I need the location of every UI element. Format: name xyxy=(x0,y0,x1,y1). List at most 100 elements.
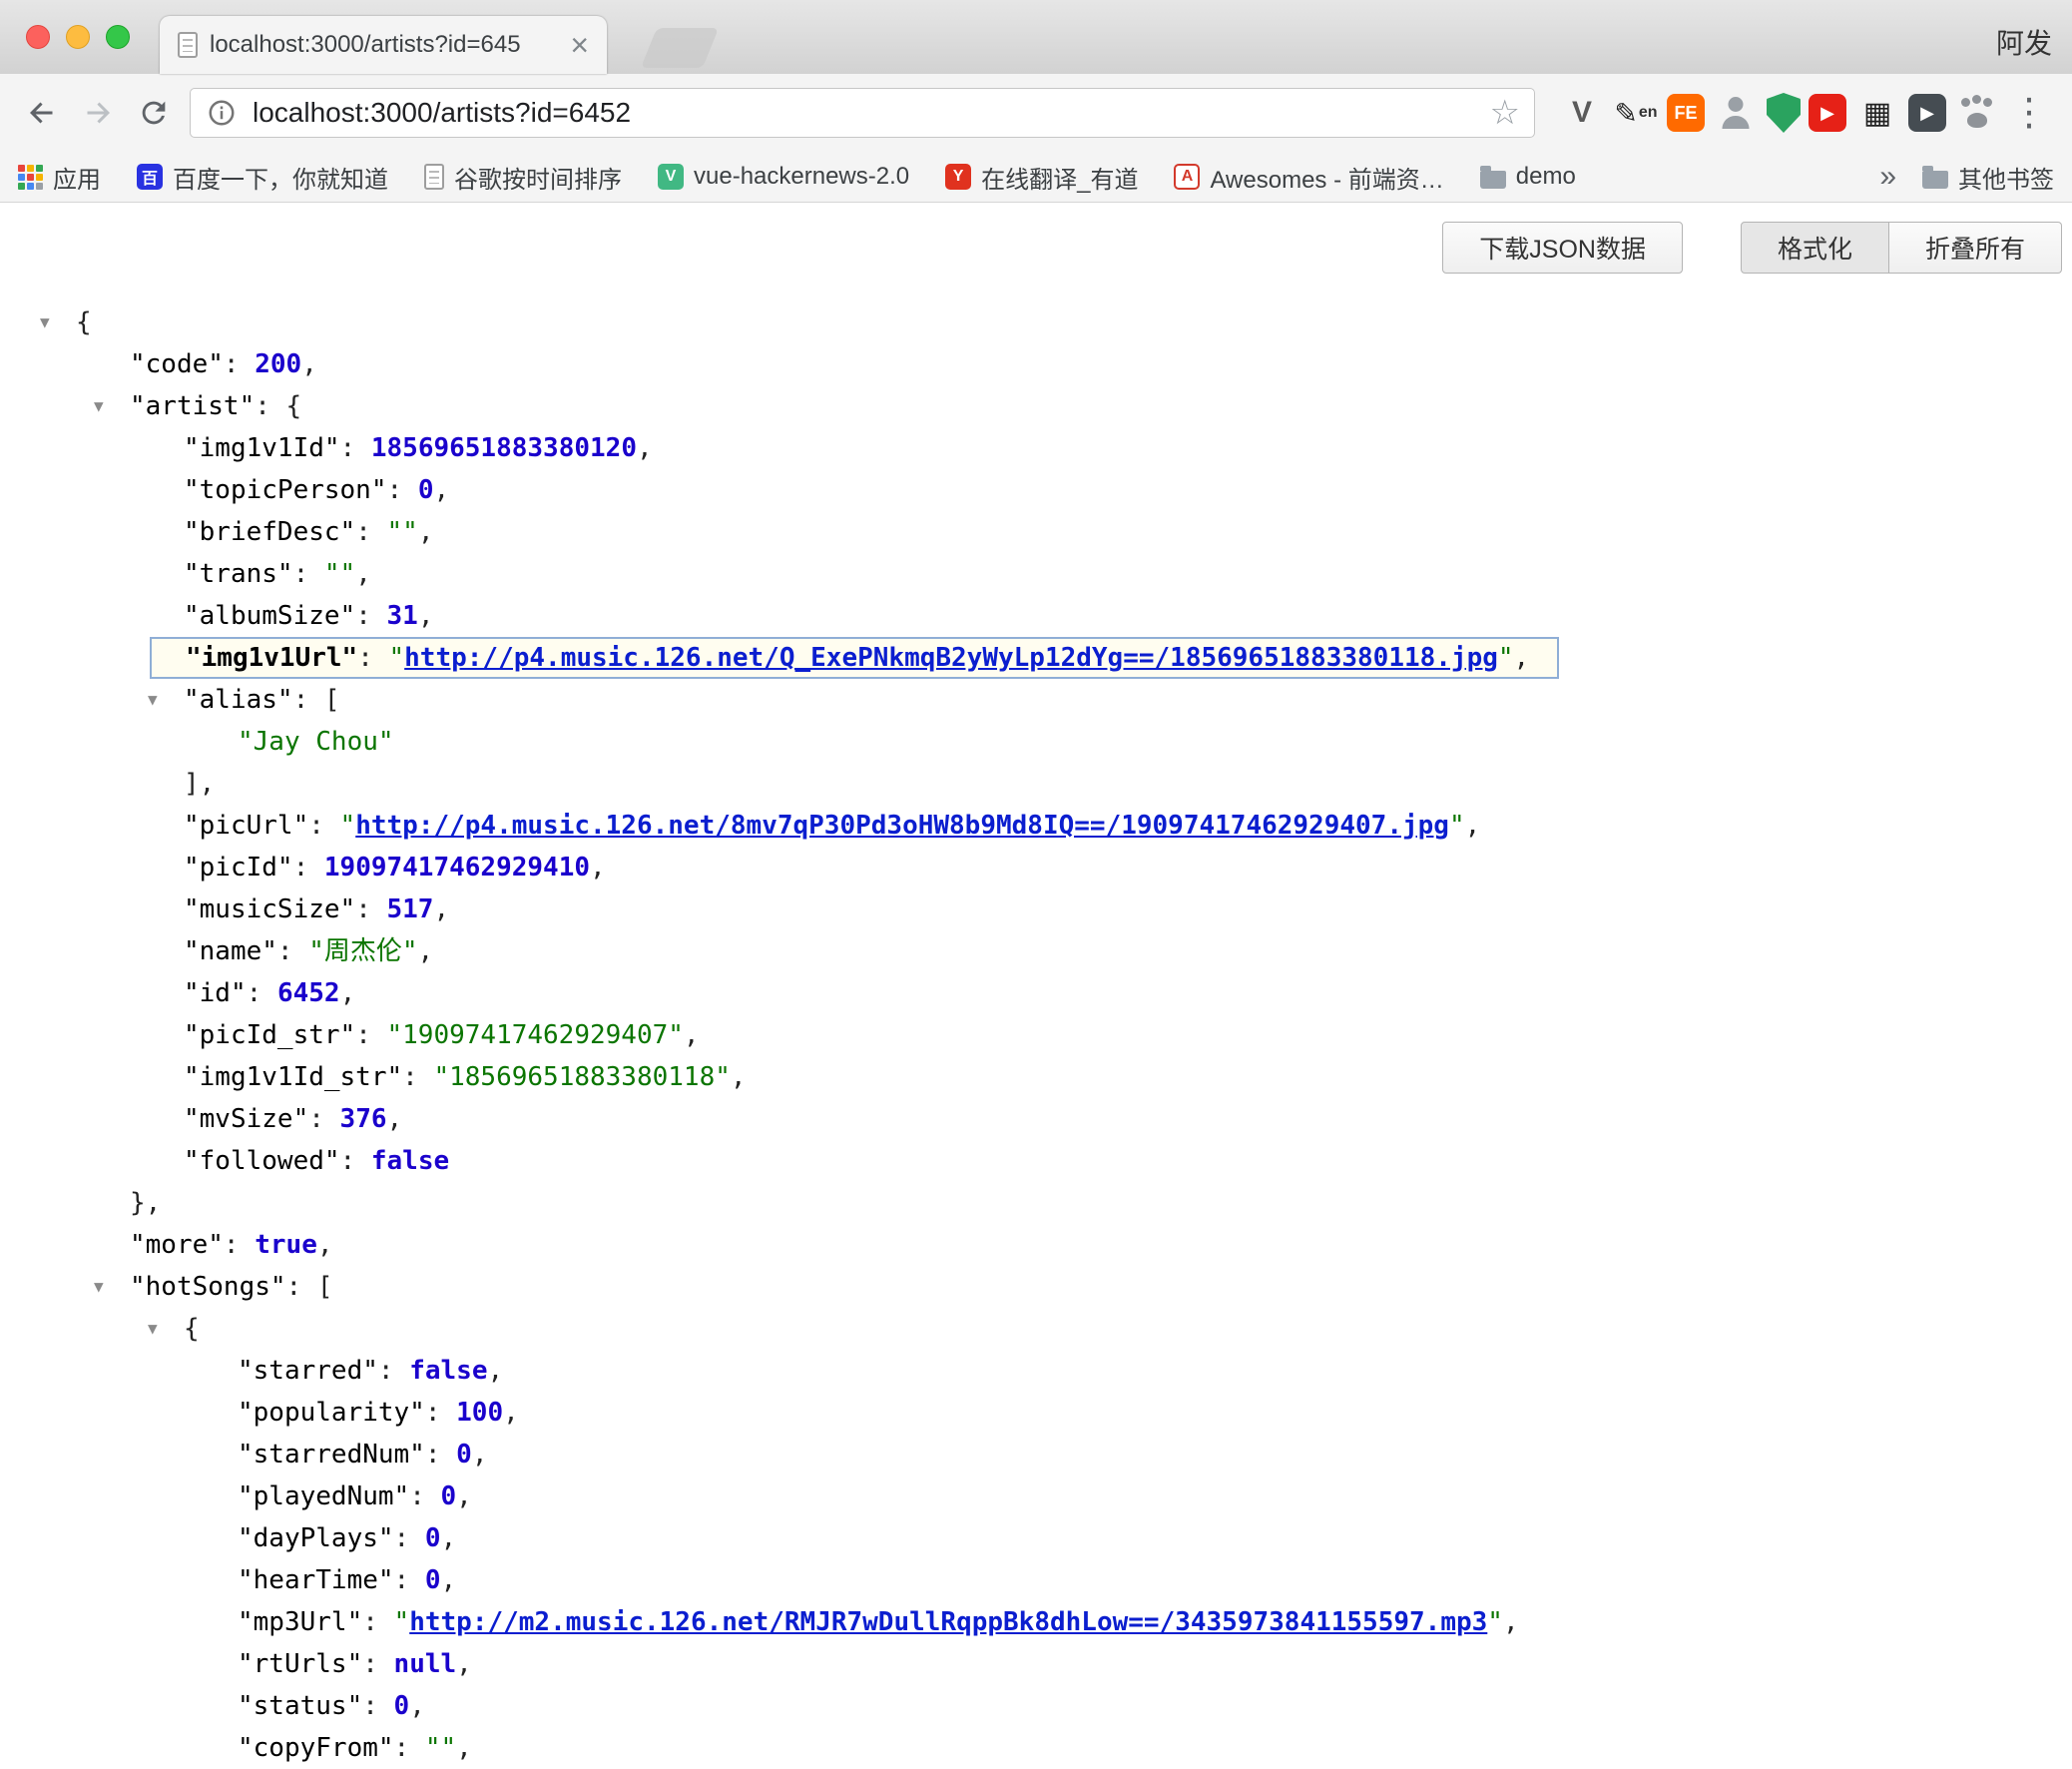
json-viewer: ▼{"code": 200,▼"artist": {"img1v1Id": 18… xyxy=(0,301,2072,1769)
json-token-q: " xyxy=(394,1607,410,1637)
other-bookmarks-folder[interactable]: 其他书签 xyxy=(1922,160,2054,195)
reload-button[interactable] xyxy=(126,85,182,141)
close-window-button[interactable] xyxy=(26,25,50,49)
bookmark-item[interactable]: Y在线翻译_有道 xyxy=(945,160,1138,195)
json-line: "briefDesc": "", xyxy=(0,511,2072,553)
json-token-n: 0 xyxy=(441,1481,457,1511)
bookmark-item[interactable]: 应用 xyxy=(18,160,101,195)
json-token-s: "" xyxy=(425,1733,456,1763)
json-line: "code": 200, xyxy=(0,343,2072,385)
json-token-p: : xyxy=(425,1440,456,1470)
collapse-triangle-icon[interactable]: ▼ xyxy=(94,1266,104,1308)
bookmark-item[interactable]: demo xyxy=(1480,163,1576,191)
user-profile-icon[interactable] xyxy=(1713,90,1759,136)
json-token-p: : xyxy=(394,1523,425,1553)
youtube-icon[interactable]: ▶ xyxy=(1809,94,1846,132)
json-token-k: "picId_str" xyxy=(184,1020,355,1050)
json-token-s: "18569651883380118" xyxy=(433,1062,730,1092)
navigation-toolbar: localhost:3000/artists?id=6452 ☆ VenFE ▶▦… xyxy=(0,74,2072,152)
json-line: ▼{ xyxy=(0,301,2072,343)
json-token-p: , xyxy=(418,517,434,547)
json-token-p: { xyxy=(76,307,92,337)
json-url-link[interactable]: http://p4.music.126.net/8mv7qP30Pd3oHW8b… xyxy=(355,811,1449,841)
json-token-k: "artist" xyxy=(130,391,255,421)
json-token-p: : xyxy=(362,1691,393,1721)
browser-menu-icon[interactable]: ⋮ xyxy=(2000,94,2058,132)
json-token-k: "name" xyxy=(184,936,277,966)
forward-button[interactable] xyxy=(70,85,126,141)
json-token-p: : xyxy=(357,643,388,673)
bookmark-star-icon[interactable]: ☆ xyxy=(1490,96,1520,130)
translate-en-icon[interactable]: en xyxy=(1613,90,1659,136)
json-token-q: " xyxy=(1449,811,1465,841)
json-token-k: "alias" xyxy=(184,685,293,715)
paw-icon[interactable] xyxy=(1954,90,2000,136)
bookmark-label: vue-hackernews-2.0 xyxy=(694,163,909,191)
json-token-p: : xyxy=(277,936,308,966)
json-url-link[interactable]: http://p4.music.126.net/Q_ExePNkmqB2yWyL… xyxy=(404,643,1498,673)
json-line: "musicSize": 517, xyxy=(0,888,2072,930)
json-token-p: }, xyxy=(130,1188,161,1218)
json-token-p: , xyxy=(387,1104,403,1134)
json-token-k: "mp3Url" xyxy=(238,1607,362,1637)
json-token-p: : xyxy=(387,475,418,505)
address-bar[interactable]: localhost:3000/artists?id=6452 ☆ xyxy=(190,88,1535,138)
collapse-triangle-icon[interactable]: ▼ xyxy=(148,679,158,721)
json-token-p: [ xyxy=(317,1272,333,1302)
format-button[interactable]: 格式化 xyxy=(1741,222,1889,274)
json-line: "img1v1Id_str": "18569651883380118", xyxy=(0,1056,2072,1098)
collapse-triangle-icon[interactable]: ▼ xyxy=(94,385,104,427)
json-line: "picId_str": "19097417462929407", xyxy=(0,1014,2072,1056)
json-token-n: 100 xyxy=(456,1398,503,1428)
download-json-button[interactable]: 下载JSON数据 xyxy=(1442,222,1683,274)
json-token-k: "copyFrom" xyxy=(238,1733,394,1763)
json-token-p: , xyxy=(441,1523,457,1553)
json-token-p: : xyxy=(286,1272,317,1302)
minimize-window-button[interactable] xyxy=(66,25,90,49)
collapse-triangle-icon[interactable]: ▼ xyxy=(148,1308,158,1350)
json-line: "picId": 19097417462929410, xyxy=(0,847,2072,888)
browser-window: localhost:3000/artists?id=645 × 阿发 local… xyxy=(0,0,2072,203)
json-line: "starred": false, xyxy=(0,1350,2072,1392)
bookmark-item[interactable]: Vvue-hackernews-2.0 xyxy=(658,163,909,191)
json-token-p: , xyxy=(441,1565,457,1595)
url-text[interactable]: localhost:3000/artists?id=6452 xyxy=(253,97,1476,129)
collapse-triangle-icon[interactable]: ▼ xyxy=(40,301,50,343)
tab-close-icon[interactable]: × xyxy=(570,29,589,61)
bookmark-item[interactable]: 百百度一下，你就知道 xyxy=(137,160,388,195)
player-icon[interactable]: ▶ xyxy=(1908,94,1946,132)
back-button[interactable] xyxy=(14,85,70,141)
json-line: ▼{ xyxy=(0,1308,2072,1350)
tab-title: localhost:3000/artists?id=645 xyxy=(210,31,558,59)
json-token-k: "popularity" xyxy=(238,1398,425,1428)
json-token-p: , xyxy=(1503,1607,1519,1637)
json-token-p: , xyxy=(456,1481,472,1511)
json-token-s: "周杰伦" xyxy=(308,936,417,966)
json-line: "id": 6452, xyxy=(0,972,2072,1014)
json-token-p: : xyxy=(255,391,285,421)
json-token-q: " xyxy=(1498,643,1514,673)
json-token-p: , xyxy=(418,936,434,966)
bookmarks-overflow-chevron[interactable]: » xyxy=(1879,160,1896,194)
json-token-q: " xyxy=(1487,1607,1503,1637)
json-token-k: "img1v1Id_str" xyxy=(184,1062,402,1092)
json-token-p: { xyxy=(286,391,302,421)
bookmark-item[interactable]: 谷歌按时间排序 xyxy=(424,160,622,195)
bookmark-item[interactable]: AAwesomes - 前端资… xyxy=(1174,160,1443,195)
json-token-k: "musicSize" xyxy=(184,894,355,924)
vimium-icon[interactable]: V xyxy=(1559,90,1605,136)
badge-icon: 百 xyxy=(137,164,163,190)
new-tab-button[interactable] xyxy=(641,28,719,68)
page-info-icon[interactable] xyxy=(205,96,239,130)
browser-tab[interactable]: localhost:3000/artists?id=645 × xyxy=(160,16,607,74)
adblock-shield-icon[interactable] xyxy=(1767,93,1801,133)
json-token-p: : xyxy=(402,1062,433,1092)
fullscreen-window-button[interactable] xyxy=(106,25,130,49)
json-line: }, xyxy=(0,1182,2072,1224)
collapse-all-button[interactable]: 折叠所有 xyxy=(1889,222,2062,274)
qrcode-icon[interactable]: ▦ xyxy=(1854,90,1900,136)
json-token-p: : xyxy=(355,1020,386,1050)
fe-extension-icon[interactable]: FE xyxy=(1667,94,1705,132)
badge-icon: V xyxy=(658,164,684,190)
json-url-link[interactable]: http://m2.music.126.net/RMJR7wDullRqppBk… xyxy=(409,1607,1487,1637)
